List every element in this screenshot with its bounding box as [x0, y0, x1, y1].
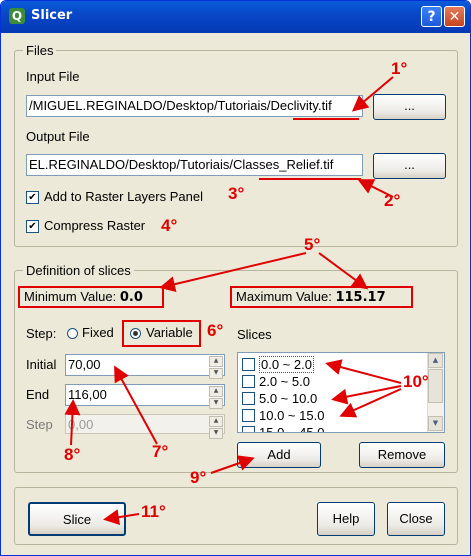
annotation-8: 8° — [64, 445, 81, 464]
annotation-3: 3° — [228, 184, 245, 203]
annotation-11: 11° — [141, 502, 166, 521]
slicer-dialog: Q Slicer ? ✕ Files Input File /MIGUEL.RE… — [0, 0, 471, 556]
annotation-4: 4° — [161, 216, 178, 235]
annotation-6: 6° — [207, 321, 224, 340]
annotation-1: 1° — [391, 59, 408, 78]
annotation-5: 5° — [304, 235, 321, 254]
annotation-7: 7° — [152, 442, 169, 461]
annotation-9: 9° — [190, 468, 207, 487]
annotation-2: 2° — [384, 191, 401, 210]
annotation-arrows — [64, 76, 402, 526]
annotation-10: 10° — [403, 372, 429, 391]
